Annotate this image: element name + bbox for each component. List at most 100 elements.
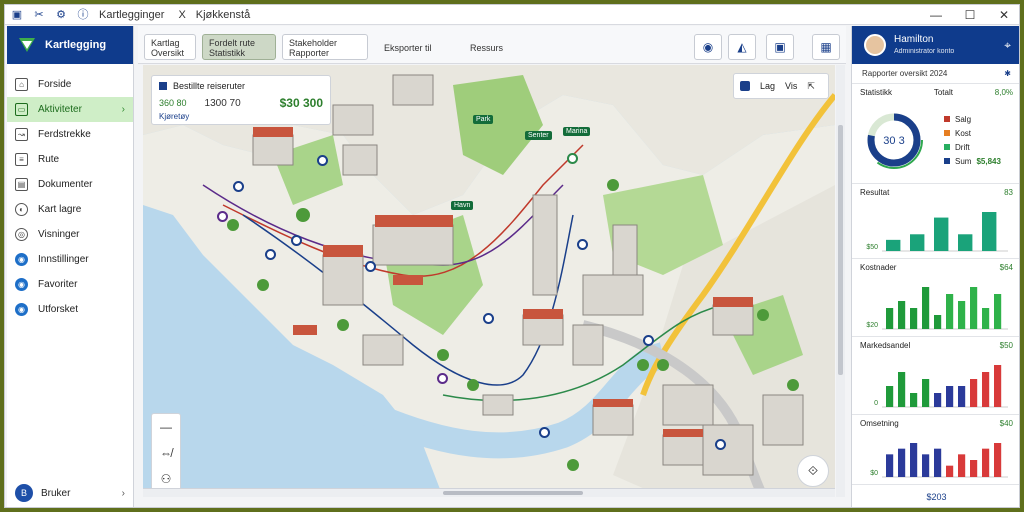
- map-label[interactable]: Senter: [525, 131, 552, 140]
- chart-bar[interactable]: [910, 308, 918, 329]
- chart-bar[interactable]: [886, 308, 894, 329]
- minimize-button[interactable]: —: [919, 5, 953, 25]
- info-icon[interactable]: ⓘ: [77, 9, 89, 21]
- chart-bar[interactable]: [982, 308, 990, 329]
- sidebar-item-4[interactable]: ▤ Dokumenter: [7, 172, 133, 197]
- chart-bar[interactable]: [970, 460, 978, 477]
- chart-bar[interactable]: [934, 448, 942, 477]
- sidebar-item-3[interactable]: ≡ Rute: [7, 147, 133, 172]
- map-pin[interactable]: [483, 313, 494, 324]
- map-pin[interactable]: [365, 261, 376, 272]
- map-control-label-1[interactable]: Lag: [760, 81, 775, 91]
- chart-bar[interactable]: [982, 448, 990, 477]
- close-button[interactable]: ✕: [987, 5, 1019, 25]
- map-label[interactable]: Havn: [451, 201, 474, 210]
- zoom-in-button[interactable]: —: [152, 414, 180, 440]
- expand-icon[interactable]: ⇱: [807, 81, 815, 92]
- map-pin[interactable]: [265, 249, 276, 260]
- sidebar-item-8[interactable]: ◉ Favoriter: [7, 272, 133, 297]
- user-avatar[interactable]: [864, 34, 886, 56]
- share-button[interactable]: ◭: [728, 34, 756, 60]
- rotate-button[interactable]: ⇎: [152, 440, 180, 466]
- map-pin[interactable]: [577, 239, 588, 250]
- tab-fordelt-rute[interactable]: Fordelt rute Statistikk: [202, 34, 276, 60]
- sidebar-item-0[interactable]: ⌂ Forside: [7, 72, 133, 97]
- chart-bar[interactable]: [994, 443, 1002, 477]
- chart-bar[interactable]: [958, 234, 973, 251]
- chart-bar[interactable]: [910, 393, 918, 407]
- save-button[interactable]: ▣: [766, 34, 794, 60]
- map-pin[interactable]: [217, 211, 228, 222]
- brand[interactable]: Kartlegging: [7, 26, 133, 64]
- export-button[interactable]: ▦: [812, 34, 840, 60]
- map-pin[interactable]: [715, 439, 726, 450]
- sidebar-item-9[interactable]: ◉ Utforsket: [7, 297, 133, 322]
- sidebar-item-1[interactable]: ▭ Aktiviteter ›: [7, 97, 133, 122]
- tab-title[interactable]: Kjøkkenstå: [196, 9, 250, 21]
- chart-title: Resultat: [860, 188, 890, 197]
- map-controls[interactable]: Lag Vis ⇱: [733, 73, 829, 99]
- chart-bar[interactable]: [934, 315, 942, 329]
- chart-bar[interactable]: [934, 217, 949, 251]
- compass-button[interactable]: ⟐: [797, 455, 829, 487]
- sidebar-item-2[interactable]: ↝ Ferdstrekke: [7, 122, 133, 147]
- map-pin[interactable]: [539, 427, 550, 438]
- chart-bar[interactable]: [934, 393, 942, 407]
- chart-bar[interactable]: [958, 301, 966, 329]
- layer-icon[interactable]: [740, 81, 750, 91]
- chart-bar[interactable]: [994, 365, 1002, 407]
- map-view[interactable]: Park Senter Marina Havn Bestillte reiser…: [143, 65, 835, 497]
- chart-bar[interactable]: [982, 212, 997, 251]
- scroll-thumb[interactable]: [838, 125, 843, 375]
- map-pin[interactable]: [643, 335, 654, 346]
- chart-bar[interactable]: [970, 287, 978, 329]
- map-pin[interactable]: [317, 155, 328, 166]
- layers-button[interactable]: ◉: [694, 34, 722, 60]
- tab-stakeholder[interactable]: Stakeholder Rapporter: [282, 34, 368, 60]
- chart-bar[interactable]: [958, 454, 966, 477]
- chart-bar[interactable]: [958, 386, 966, 407]
- tab-ressurs[interactable]: Ressurs: [464, 40, 509, 66]
- pin-icon[interactable]: ✂: [33, 9, 45, 21]
- horizontal-scrollbar[interactable]: [143, 488, 835, 497]
- tab-kartlag[interactable]: Kartlag Oversikt: [144, 34, 196, 60]
- maximize-button[interactable]: ☐: [953, 5, 987, 25]
- chart-bar[interactable]: [946, 465, 954, 477]
- chart-bar[interactable]: [898, 372, 906, 407]
- sidebar-footer[interactable]: B Bruker ›: [7, 478, 133, 507]
- chart-bar[interactable]: [922, 287, 930, 329]
- chart-bar[interactable]: [982, 372, 990, 407]
- chart-bar[interactable]: [910, 234, 925, 251]
- route-summary-card[interactable]: Bestillte reiseruter 360 80 1300 70 $30 …: [151, 75, 331, 125]
- sidebar-item-7[interactable]: ◉ Innstillinger: [7, 247, 133, 272]
- chart-bar[interactable]: [886, 386, 894, 407]
- map-pin[interactable]: [291, 235, 302, 246]
- sidebar-item-6[interactable]: ◎ Visninger: [7, 222, 133, 247]
- vertical-scrollbar[interactable]: [836, 65, 845, 497]
- close-tab-icon[interactable]: X: [178, 9, 185, 21]
- chart-bar[interactable]: [970, 379, 978, 407]
- tab-eksporter[interactable]: Eksporter til: [378, 40, 438, 66]
- map-canvas[interactable]: [143, 65, 835, 497]
- chart-bar[interactable]: [910, 443, 918, 477]
- scroll-thumb[interactable]: [443, 491, 583, 495]
- chart-bar[interactable]: [886, 239, 901, 251]
- chart-bar[interactable]: [922, 454, 930, 477]
- star-icon[interactable]: ✱: [1004, 69, 1011, 78]
- chart-bar[interactable]: [946, 386, 954, 407]
- map-pin[interactable]: [437, 373, 448, 384]
- sidebar-item-5[interactable]: ◐ Kart lagre: [7, 197, 133, 222]
- map-pin[interactable]: [233, 181, 244, 192]
- map-label[interactable]: Marina: [563, 127, 591, 136]
- settings-icon[interactable]: ⚙: [55, 9, 67, 21]
- chart-bar[interactable]: [898, 448, 906, 477]
- chart-bar[interactable]: [946, 294, 954, 329]
- pin-icon[interactable]: ⌖: [1004, 38, 1011, 53]
- map-pin[interactable]: [567, 153, 578, 164]
- chart-bar[interactable]: [994, 294, 1002, 329]
- map-label[interactable]: Park: [473, 115, 494, 124]
- map-control-label-2[interactable]: Vis: [785, 81, 797, 91]
- chart-bar[interactable]: [886, 454, 894, 477]
- chart-bar[interactable]: [922, 379, 930, 407]
- chart-bar[interactable]: [898, 301, 906, 329]
